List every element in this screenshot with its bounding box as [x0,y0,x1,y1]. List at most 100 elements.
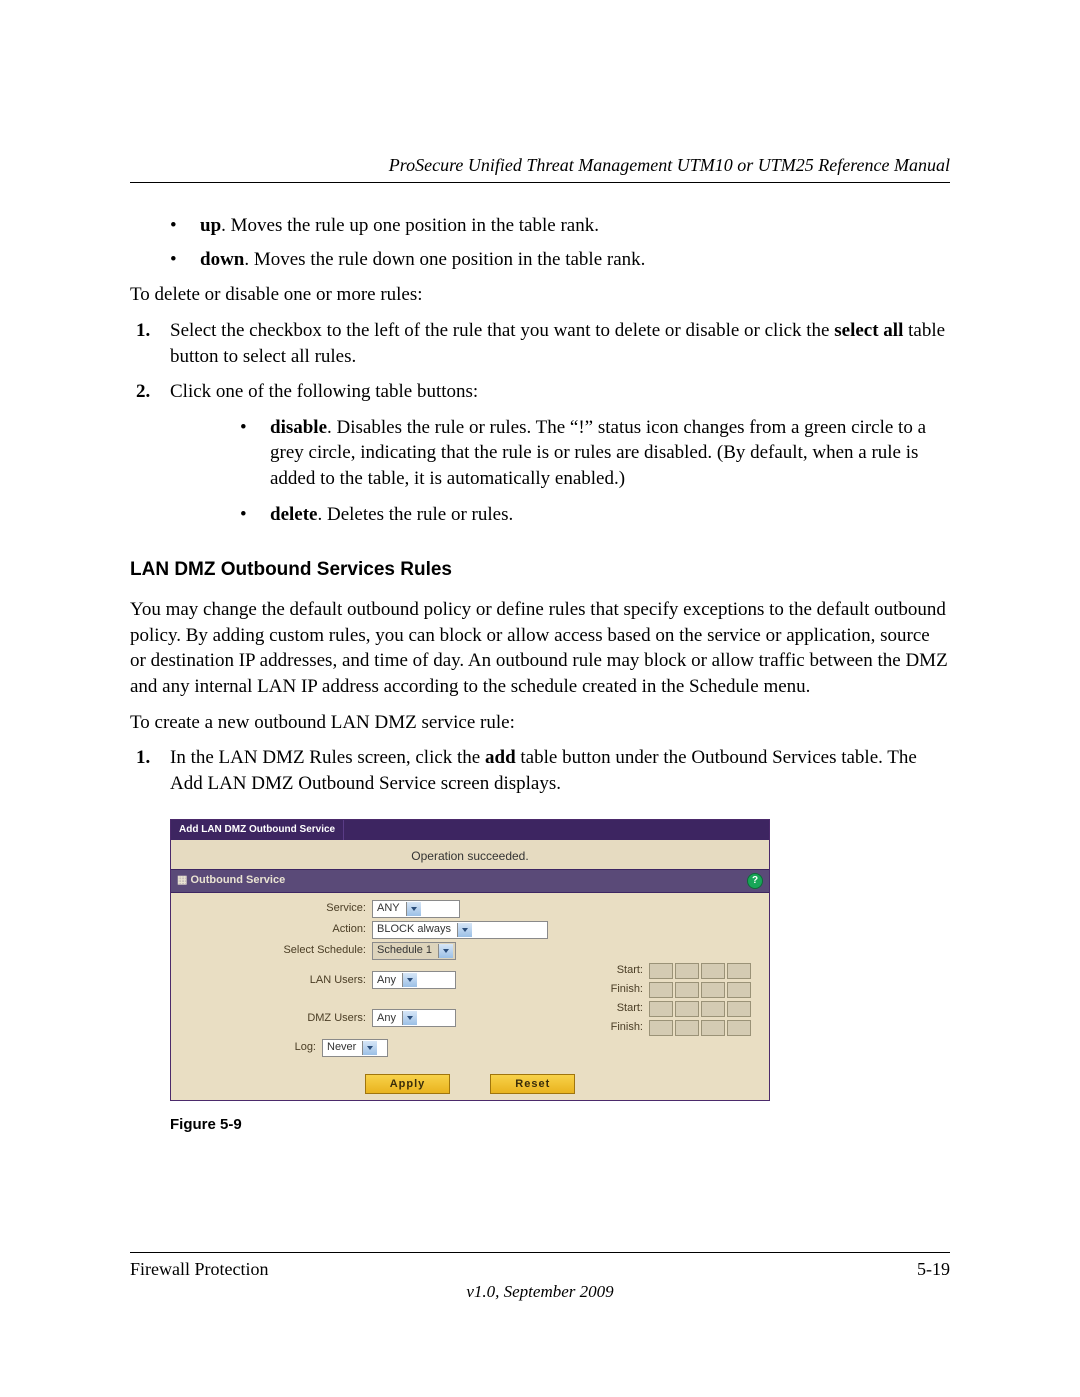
chevron-down-icon [438,944,453,958]
form-area: Service: ANY Action: BLOCK alway [171,893,769,1068]
bullet-up: up. Moves the rule up one position in th… [130,213,950,239]
numbered-list-b: 1. In the LAN DMZ Rules screen, click th… [130,745,950,796]
page-footer: Firewall Protection 5-19 v1.0, September… [130,1252,950,1302]
select-dmz-users-value: Any [377,1011,402,1026]
step-a1-bold: select all [834,320,903,341]
figure-5-9: Add LAN DMZ Outbound Service Operation s… [170,819,770,1135]
chevron-down-icon [402,973,417,987]
select-service[interactable]: ANY [372,900,460,918]
body-text: up. Moves the rule up one position in th… [130,213,950,1135]
step-a2-num: 2. [136,379,150,405]
status-line: Operation succeeded. [171,840,769,869]
help-icon[interactable]: ? [747,873,763,889]
bullet-down: down. Moves the rule down one position i… [130,247,950,273]
footer-right: 5-19 [917,1259,950,1280]
lan-ip-col: Start: Finish: [601,963,759,998]
label-schedule: Select Schedule: [181,943,372,958]
row-action: Action: BLOCK always [181,921,759,939]
label-service: Service: [181,901,372,916]
ip-octet[interactable] [701,963,725,979]
running-header: ProSecure Unified Threat Management UTM1… [130,155,950,176]
dmz-start-ip [649,1001,751,1017]
ip-octet[interactable] [727,1020,751,1036]
label-lan-start: Start: [601,963,643,978]
ip-octet[interactable] [649,1001,673,1017]
row-log: Log: Never [181,1039,759,1057]
chevron-down-icon [406,902,421,916]
dmz-start-line: Start: [601,1001,751,1017]
lan-start-ip [649,963,751,979]
select-dmz-users[interactable]: Any [372,1009,456,1027]
select-lan-users[interactable]: Any [372,971,456,989]
sub-delete: delete. Deletes the rule or rules. [170,502,950,528]
step-b1-bold: add [485,747,516,768]
ip-octet[interactable] [727,1001,751,1017]
footer-version: v1.0, September 2009 [130,1282,950,1302]
chevron-down-icon [362,1041,377,1055]
text-down: . Moves the rule down one position in th… [244,249,645,270]
reset-button[interactable]: Reset [490,1074,575,1094]
ip-octet[interactable] [701,1001,725,1017]
chevron-down-icon [457,923,472,937]
button-bar: Apply Reset [171,1068,769,1100]
select-action-value: BLOCK always [377,922,457,937]
label-lan-finish: Finish: [601,982,643,997]
ip-octet[interactable] [675,1020,699,1036]
step-a1-num: 1. [136,318,150,344]
select-lan-users-value: Any [377,973,402,988]
step-b1: 1. In the LAN DMZ Rules screen, click th… [130,745,950,796]
create-intro: To create a new outbound LAN DMZ service… [130,710,950,736]
footer-rule [130,1252,950,1253]
label-dmz-finish: Finish: [601,1020,643,1035]
label-action: Action: [181,922,372,937]
step-a1: 1. Select the checkbox to the left of th… [130,318,950,369]
sub-disable-term: disable [270,417,327,438]
ip-octet[interactable] [675,963,699,979]
ip-octet[interactable] [649,1020,673,1036]
bullet-list-top: up. Moves the rule up one position in th… [130,213,950,272]
lan-finish-ip [649,982,751,998]
dmz-ip-col: Start: Finish: [601,1001,759,1036]
sub-disable: disable. Disables the rule or rules. The… [170,415,950,492]
ip-octet[interactable] [701,1020,725,1036]
text-up: . Moves the rule up one position in the … [221,215,599,236]
term-down: down [200,249,244,270]
label-lan-users: LAN Users: [181,973,372,988]
dmz-finish-ip [649,1020,751,1036]
sub-bullet-list: disable. Disables the rule or rules. The… [170,415,950,528]
outbound-service-title: ▦ Outbound Service [177,873,285,888]
lan-start-line: Start: [601,963,751,979]
manual-page: ProSecure Unified Threat Management UTM1… [0,0,1080,1397]
outbound-service-bar: ▦ Outbound Service ? [171,869,769,893]
ip-octet[interactable] [727,982,751,998]
header-rule [130,182,950,183]
numbered-list-a: 1. Select the checkbox to the left of th… [130,318,950,527]
step-a2: 2. Click one of the following table butt… [130,379,950,527]
chevron-down-icon [402,1011,417,1025]
footer-left: Firewall Protection [130,1259,268,1280]
lan-finish-line: Finish: [601,982,751,998]
ip-octet[interactable] [675,1001,699,1017]
select-action[interactable]: BLOCK always [372,921,548,939]
ip-octet[interactable] [649,963,673,979]
ip-octet[interactable] [675,982,699,998]
step-a1-pre: Select the checkbox to the left of the r… [170,320,834,341]
ip-octet[interactable] [649,982,673,998]
row-lan-users: LAN Users: Any Start: [181,963,759,998]
sub-delete-text: . Deletes the rule or rules. [317,504,513,525]
row-schedule: Select Schedule: Schedule 1 [181,942,759,960]
label-dmz-start: Start: [601,1001,643,1016]
apply-button[interactable]: Apply [365,1074,451,1094]
select-schedule-value: Schedule 1 [377,943,438,958]
section-para: You may change the default outbound poli… [130,597,950,700]
ip-octet[interactable] [727,963,751,979]
app-panel: Add LAN DMZ Outbound Service Operation s… [170,819,770,1101]
row-service: Service: ANY [181,900,759,918]
dmz-finish-line: Finish: [601,1020,751,1036]
select-schedule[interactable]: Schedule 1 [372,942,456,960]
delete-intro: To delete or disable one or more rules: [130,282,950,308]
ip-octet[interactable] [701,982,725,998]
tab-add-lan-dmz-outbound[interactable]: Add LAN DMZ Outbound Service [171,820,344,840]
select-log[interactable]: Never [322,1039,388,1057]
step-a2-text: Click one of the following table buttons… [170,381,478,402]
